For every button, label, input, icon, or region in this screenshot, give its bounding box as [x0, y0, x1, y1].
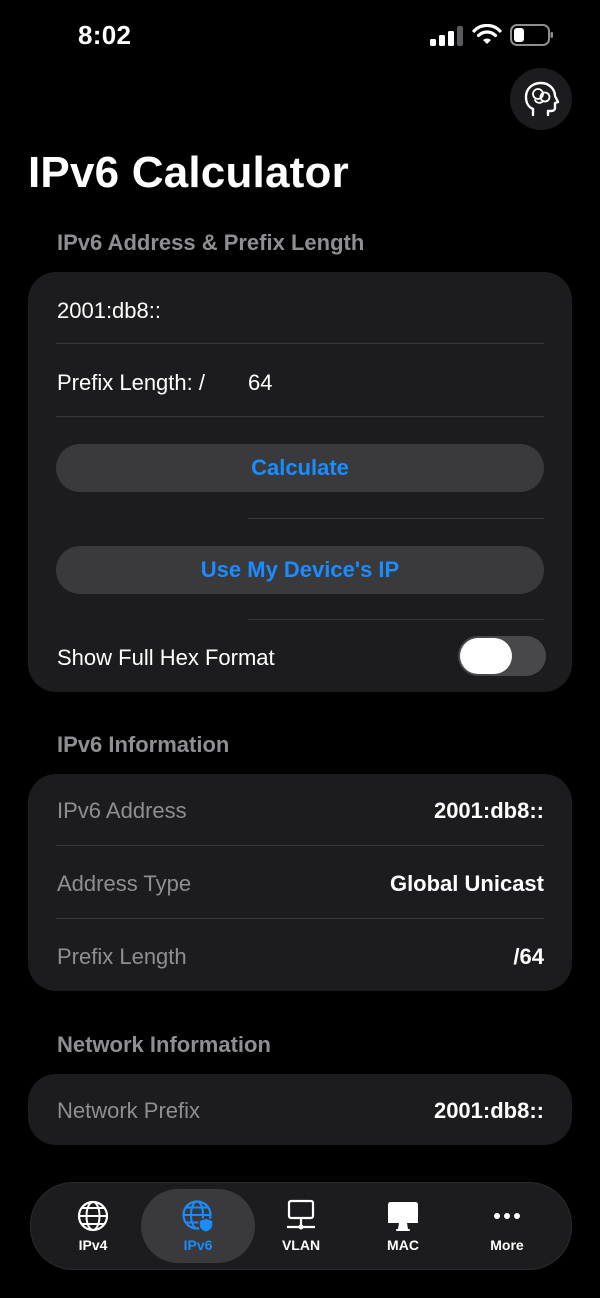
network-icon	[287, 1199, 315, 1230]
prefix-length-input[interactable]: 64	[248, 370, 272, 396]
info-row-value: /64	[513, 944, 544, 969]
wifi-icon	[472, 24, 502, 44]
toggle-knob	[460, 638, 512, 674]
ellipsis-icon	[494, 1213, 520, 1219]
tab-mac[interactable]: MAC	[353, 1183, 453, 1269]
info-row-label: IPv6 Address	[57, 798, 187, 823]
globe-shield-icon	[182, 1200, 214, 1233]
brain-head-icon	[524, 81, 560, 117]
info-row-label: Prefix Length	[57, 944, 187, 969]
tab-label: IPv4	[78, 1237, 108, 1253]
tab-label: More	[490, 1237, 524, 1253]
brain-assistant-button[interactable]	[510, 68, 572, 130]
ipv6-address-input[interactable]: 2001:db8::	[57, 298, 161, 324]
tab-label: VLAN	[281, 1237, 321, 1253]
status-time: 8:02	[78, 20, 132, 50]
divider	[56, 918, 544, 919]
divider	[56, 845, 544, 846]
input-card: 2001:db8:: Prefix Length: / 64 Calculate…	[28, 272, 572, 692]
calculate-button[interactable]: Calculate	[56, 444, 544, 492]
divider	[248, 518, 544, 519]
ipv6-info-card: IPv6 Address 2001:db8:: Address Type Glo…	[28, 774, 572, 991]
battery-icon	[510, 24, 553, 46]
network-info-header: Network Information	[57, 1032, 271, 1057]
cellular-signal-icon	[430, 26, 463, 46]
ipv6-info-header: IPv6 Information	[57, 732, 230, 757]
info-row-label: Address Type	[57, 871, 192, 896]
globe-icon	[77, 1200, 109, 1232]
tab-more[interactable]: More	[457, 1183, 557, 1269]
info-row-value: 2001:db8::	[433, 798, 544, 823]
tab-label: MAC	[387, 1237, 419, 1253]
info-row-value: Global Unicast	[389, 871, 544, 896]
tab-bar: IPv4 IPv6 VLAN MAC More	[30, 1182, 572, 1270]
page-title: IPv6 Calculator	[28, 148, 349, 197]
tab-ipv6[interactable]: IPv6	[148, 1183, 248, 1269]
tab-ipv4[interactable]: IPv4	[43, 1183, 143, 1269]
info-row-label: Network Prefix	[57, 1098, 201, 1123]
input-section-header: IPv6 Address & Prefix Length	[57, 230, 365, 255]
desktop-icon	[388, 1202, 418, 1231]
divider	[248, 619, 544, 620]
info-row-value: 2001:db8::	[433, 1098, 544, 1123]
tab-vlan[interactable]: VLAN	[251, 1183, 351, 1269]
network-info-card: Network Prefix 2001:db8::	[28, 1074, 572, 1145]
tab-label: IPv6	[183, 1237, 213, 1253]
prefix-length-label: Prefix Length: /	[57, 370, 205, 395]
divider	[56, 343, 544, 344]
show-full-hex-label: Show Full Hex Format	[57, 645, 275, 670]
divider	[56, 416, 544, 417]
use-device-ip-button[interactable]: Use My Device's IP	[56, 546, 544, 594]
show-full-hex-toggle[interactable]	[458, 636, 546, 676]
